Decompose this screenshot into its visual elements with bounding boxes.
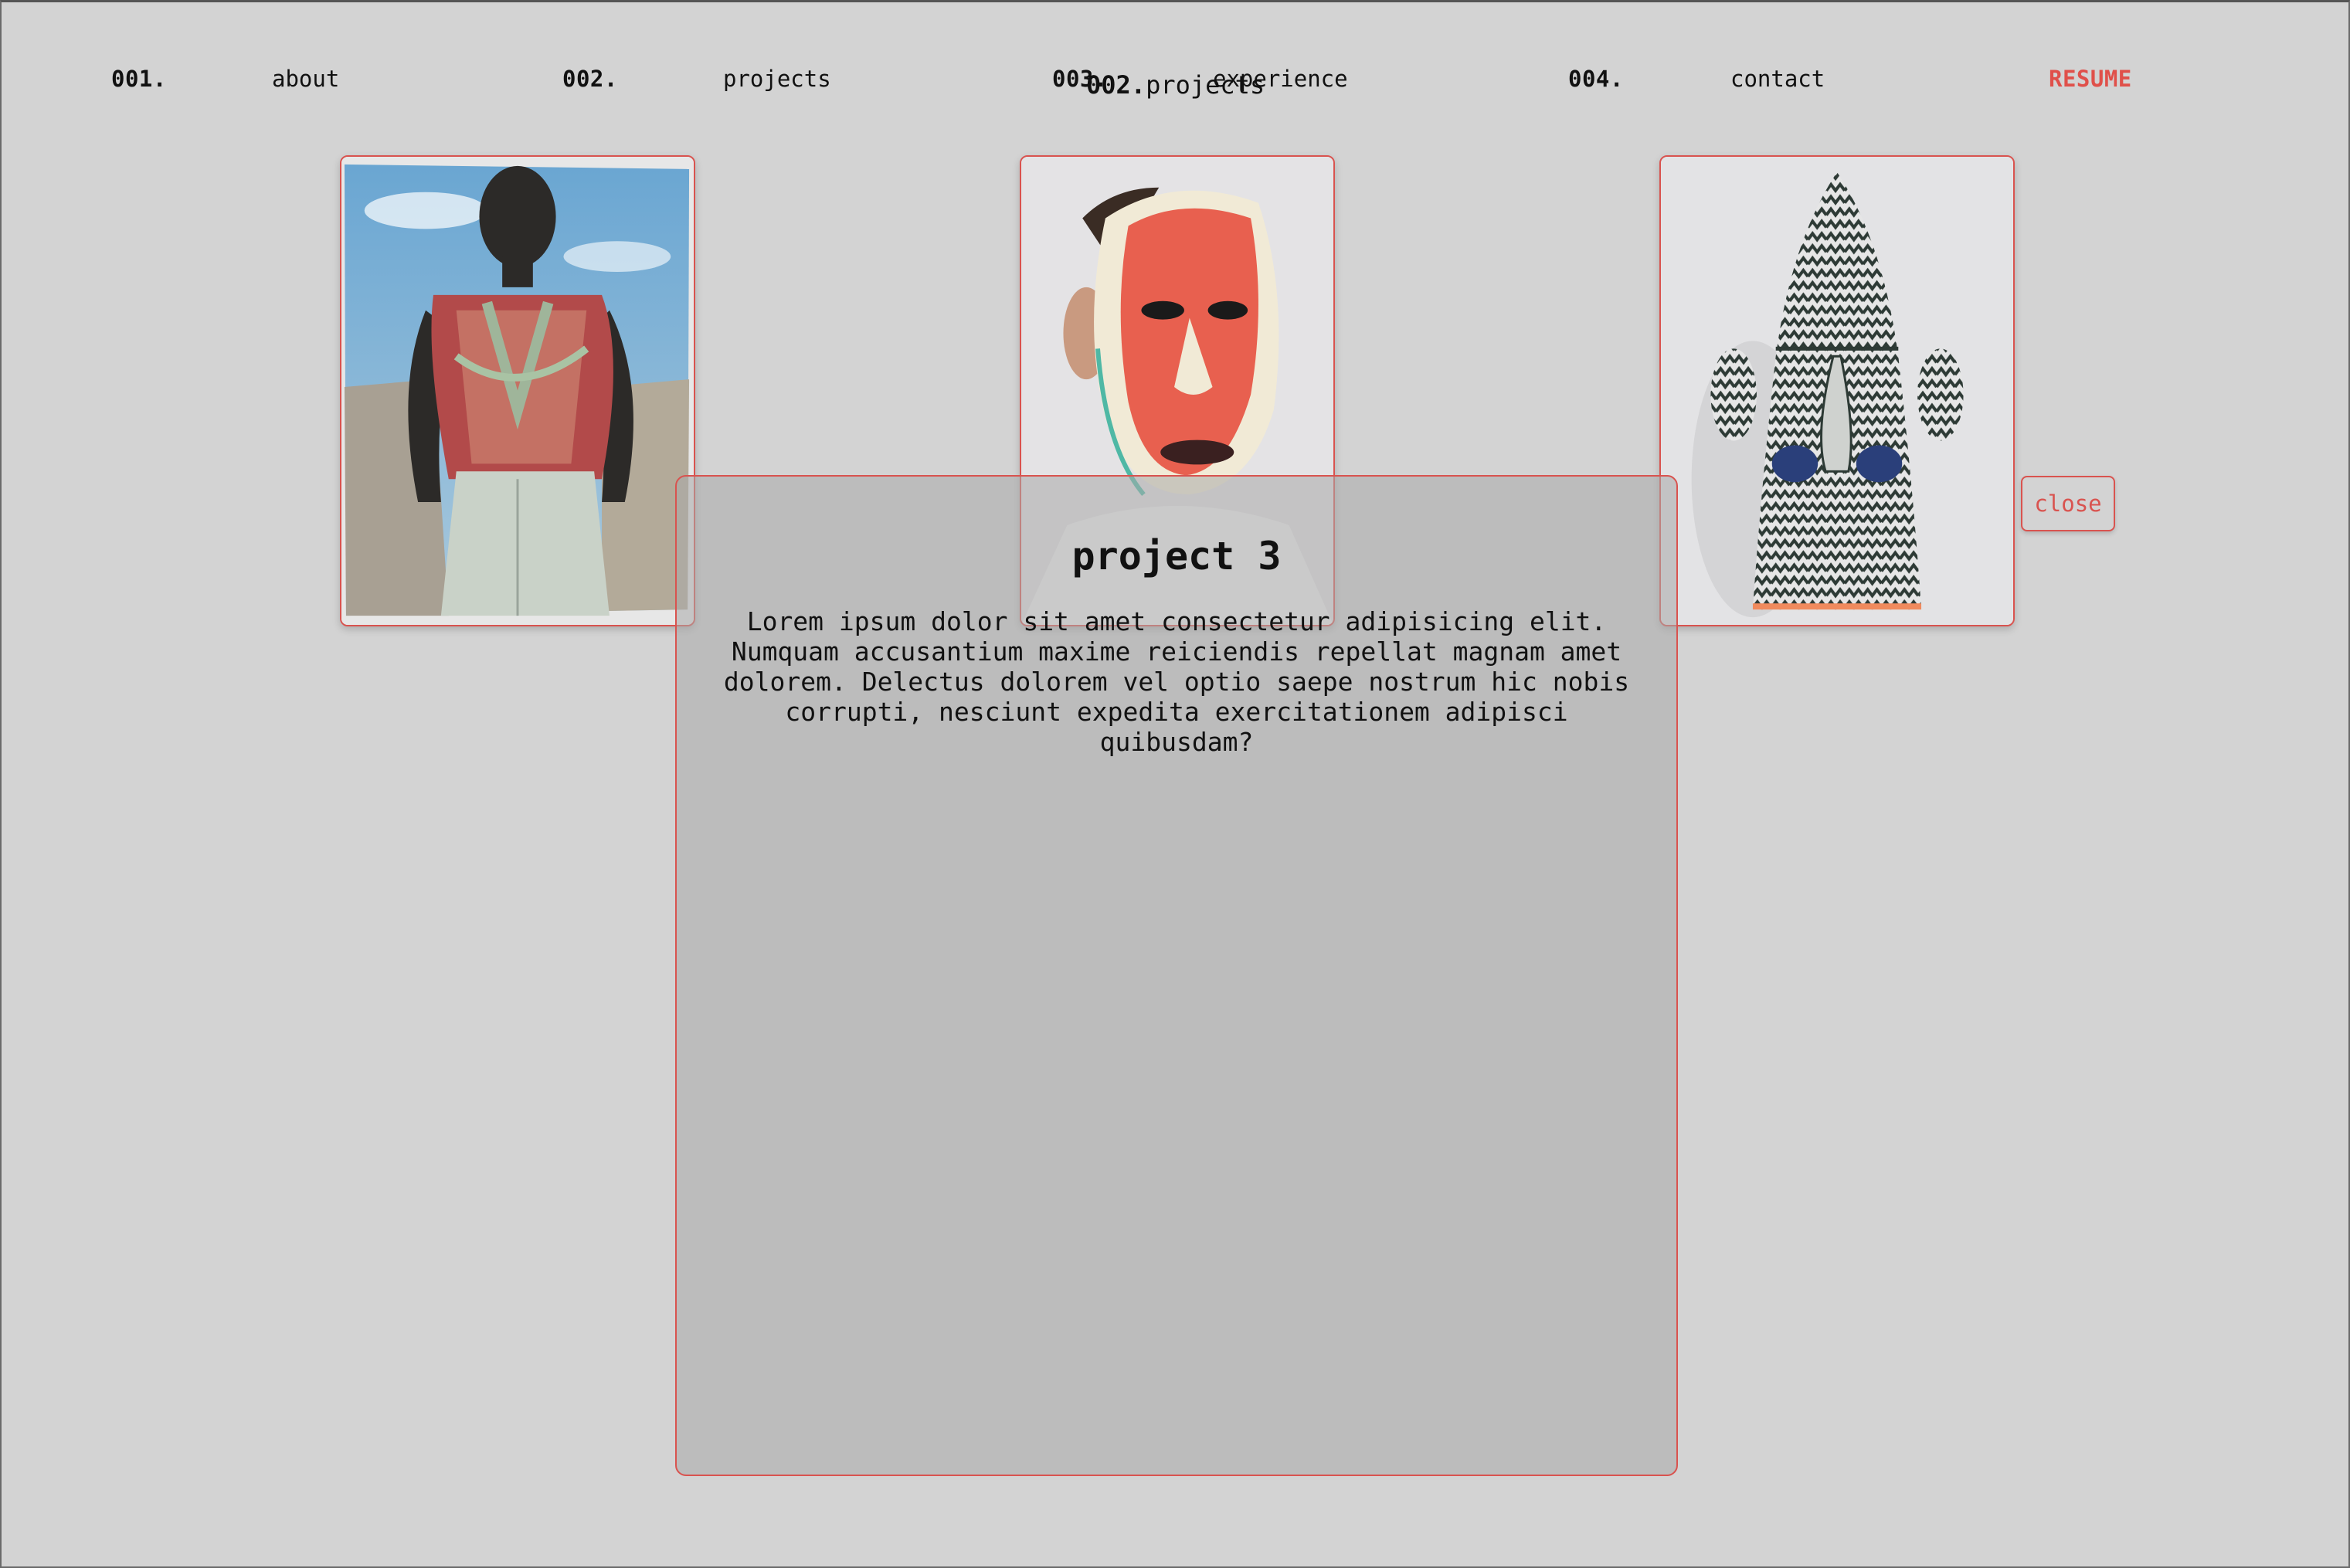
project-card-1[interactable] [340,155,695,626]
nav-link-contact[interactable]: contact [1730,66,1825,92]
modal-description-line: dolorem. Delectus dolorem vel optio saep… [723,667,1630,697]
modal-description-line: Numquam accusantium maxime reiciendis re… [731,636,1622,667]
section-heading: 002.projects [1086,70,1265,100]
modal-description: Lorem ipsum dolor sit amet consectetur a… [705,606,1648,757]
section-heading-num: 002. [1086,70,1146,100]
section-heading-label: projects [1146,70,1265,100]
nav-link-about[interactable]: about [272,66,339,92]
nav-link-projects[interactable]: projects [723,66,831,92]
page: 001. about 002. projects 003. experience… [0,0,2350,1568]
portrait-photo-icon [341,157,694,625]
resume-link[interactable]: RESUME [2049,66,2132,92]
woven-head-sculpture-photo-icon [1661,157,2013,625]
modal-title: project 3 [1071,534,1282,579]
nav-num-about: 001. [111,66,167,92]
close-button[interactable]: close [2021,476,2115,531]
modal-description-line: corrupti, nesciunt expedita exercitation… [785,697,1568,757]
modal-description-line: Lorem ipsum dolor sit amet consectetur a… [746,606,1607,636]
nav-num-projects: 002. [562,66,618,92]
project-card-3[interactable] [1659,155,2015,626]
project-modal: project 3 Lorem ipsum dolor sit amet con… [675,475,1678,1476]
nav-num-contact: 004. [1568,66,1624,92]
